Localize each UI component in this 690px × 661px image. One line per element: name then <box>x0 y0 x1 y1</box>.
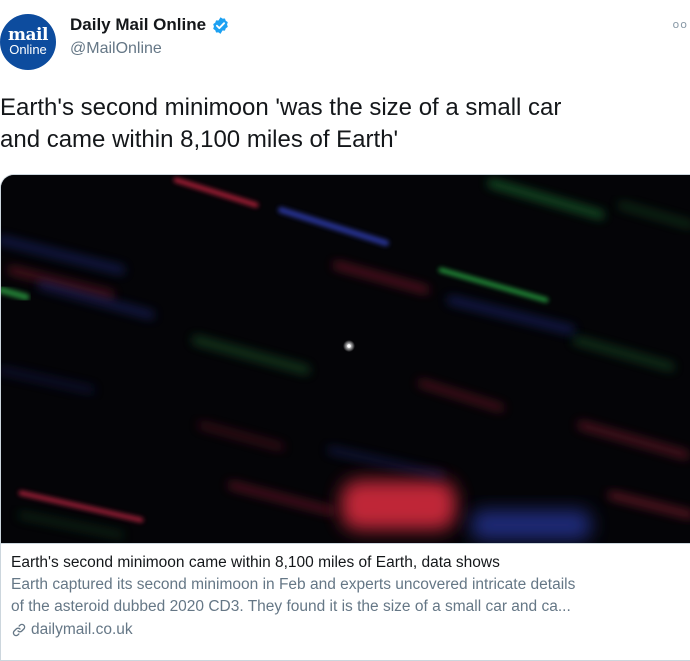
link-card[interactable]: Earth's second minimoon came within 8,10… <box>0 174 690 661</box>
verified-badge-icon <box>211 16 230 35</box>
author-block: Daily Mail Online @MailOnline <box>70 14 230 60</box>
card-image-photo <box>1 175 690 543</box>
card-title: Earth's second minimoon came within 8,10… <box>11 554 500 571</box>
card-domain-row: dailymail.co.uk <box>11 619 690 640</box>
tweet-text-line-1: Earth's second minimoon 'was the size of… <box>0 94 562 121</box>
more-icon[interactable]: oo <box>673 18 688 31</box>
author-name-row: Daily Mail Online <box>70 14 230 36</box>
card-body[interactable]: Earth's second minimoon came within 8,10… <box>1 543 690 660</box>
tweet-text: Earth's second minimoon 'was the size of… <box>0 92 690 156</box>
card-image[interactable] <box>1 175 690 543</box>
author-name[interactable]: Daily Mail Online <box>70 14 206 36</box>
tweet-text-line-2: and came within 8,100 miles of Earth' <box>0 126 399 153</box>
tweet: mail Online Daily Mail Online @MailOnlin… <box>0 0 690 661</box>
avatar-brand-bottom: Online <box>9 42 47 57</box>
card-domain[interactable]: dailymail.co.uk <box>31 619 133 640</box>
author-handle[interactable]: @MailOnline <box>70 38 230 60</box>
card-description-line-2: of the asteroid dubbed 2020 CD3. They fo… <box>11 598 571 615</box>
link-icon <box>11 622 27 638</box>
card-description-line-1: Earth captured its second minimoon in Fe… <box>11 576 576 593</box>
avatar[interactable]: mail Online <box>0 14 56 70</box>
avatar-brand-top: mail <box>8 25 48 45</box>
